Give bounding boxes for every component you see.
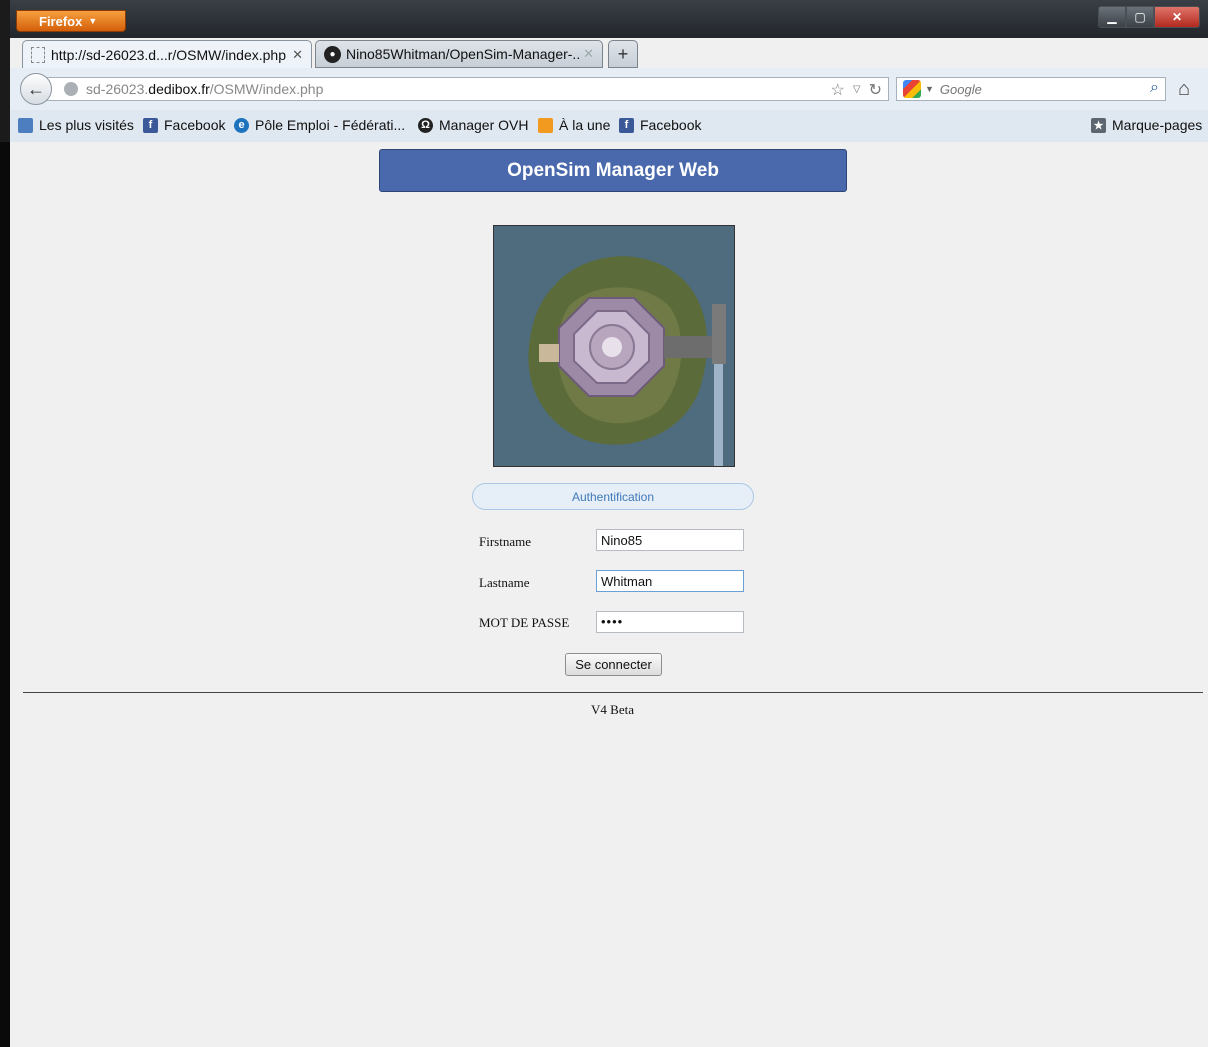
firefox-menu-label: Firefox (39, 13, 83, 29)
password-input[interactable]: •••• (596, 611, 744, 633)
bookmarks-star-icon: ★ (1091, 117, 1106, 133)
bookmark-label: Facebook (164, 117, 226, 133)
divider (23, 692, 1203, 693)
close-tab-icon[interactable]: ✕ (583, 46, 594, 62)
back-button[interactable]: ← (20, 73, 52, 105)
url-path: /OSMW/index.php (209, 81, 324, 97)
chevron-down-icon: ▼ (88, 16, 98, 26)
password-label: MOT DE PASSE (479, 615, 570, 630)
bookmark-most-visited[interactable]: Les plus visités (18, 117, 134, 133)
firstname-input[interactable] (596, 529, 744, 551)
bookmark-label: Pôle Emploi - Fédérati... (255, 117, 406, 133)
bookmark-facebook-2[interactable]: f Facebook (619, 117, 701, 133)
island-map-icon (494, 226, 734, 466)
chevron-down-icon[interactable]: ▼ (925, 84, 934, 94)
url-bar[interactable]: sd-26023. dedibox.fr/OSMW/index.php ☆ ▽ ↻ (44, 77, 889, 101)
search-icon[interactable]: ⌕ (1150, 79, 1159, 97)
search-placeholder: Google (939, 81, 982, 97)
title-bar: Firefox ▼ ▁ ▢ ✕ (10, 0, 1208, 38)
window-controls: ▁ ▢ ✕ (1098, 6, 1200, 28)
bookmark-facebook[interactable]: f Facebook (143, 117, 225, 133)
home-icon[interactable]: ⌂ (1178, 78, 1190, 101)
close-window-button[interactable]: ✕ (1154, 6, 1200, 28)
tab-github[interactable]: ● Nino85Whitman/OpenSim-Manager-... ✕ (315, 40, 603, 68)
bookmark-manager-ovh[interactable]: Ω Manager OVH (418, 117, 528, 133)
tab-osmw[interactable]: http://sd-26023.d...r/OSMW/index.php ✕ (22, 40, 312, 68)
back-arrow-icon: ← (27, 78, 45, 99)
lastname-input[interactable] (596, 570, 744, 592)
close-tab-icon[interactable]: ✕ (292, 47, 303, 63)
bookmark-label: Manager OVH (439, 117, 529, 133)
browser-window: Firefox ▼ ▁ ▢ ✕ http://sd-26023.d...r/OS… (10, 0, 1208, 1047)
search-bar[interactable]: ▼ Google ⌕ (896, 77, 1166, 101)
region-map-image (493, 225, 735, 467)
authentication-heading: Authentification (472, 483, 754, 510)
version-label: V4 Beta (591, 702, 634, 717)
bookmark-label: À la une (559, 117, 611, 133)
bookmark-label: Facebook (640, 117, 702, 133)
minimize-button[interactable]: ▁ (1098, 6, 1126, 28)
firstname-label: Firstname (479, 534, 531, 549)
navigation-bar: sd-26023. dedibox.fr/OSMW/index.php ☆ ▽ ↻… (10, 68, 1208, 111)
lastname-label: Lastname (479, 575, 530, 590)
rss-icon (538, 117, 553, 133)
globe-icon (64, 82, 78, 96)
blank-page-icon (31, 46, 45, 63)
new-tab-button[interactable]: + (608, 40, 638, 68)
bookmarks-menu[interactable]: ★ Marque-pages (1091, 117, 1202, 133)
maximize-button[interactable]: ▢ (1126, 6, 1154, 28)
bookmarks-toolbar: Les plus visités f Facebook e Pôle Emplo… (10, 110, 1208, 143)
page-content: OpenSim Manager Web Authentification Fir… (10, 142, 1208, 1047)
url-domain: dedibox.fr (148, 81, 210, 97)
page-title: OpenSim Manager Web (379, 149, 847, 192)
bookmark-a-la-une[interactable]: À la une (538, 117, 610, 133)
tab-label: Nino85Whitman/OpenSim-Manager-... (346, 46, 580, 62)
tab-label: http://sd-26023.d...r/OSMW/index.php (51, 46, 287, 63)
ovh-icon: Ω (418, 117, 433, 133)
bookmarks-menu-label: Marque-pages (1112, 117, 1203, 133)
url-actions: ☆ ▽ ↻ (831, 80, 882, 100)
firefox-menu-button[interactable]: Firefox ▼ (16, 10, 126, 32)
google-icon (903, 80, 921, 98)
facebook-icon: f (143, 117, 158, 133)
github-icon: ● (324, 45, 341, 63)
most-visited-icon (18, 117, 33, 133)
history-dropdown-icon[interactable]: ▽ (853, 80, 861, 100)
ie-icon: e (234, 117, 249, 133)
se-connecter-button[interactable]: Se connecter (565, 653, 662, 676)
url-prefix: sd-26023. (86, 81, 149, 97)
facebook-icon: f (619, 117, 634, 133)
bookmark-label: Les plus visités (39, 117, 134, 133)
desktop-edge (0, 142, 10, 1047)
star-icon[interactable]: ☆ (831, 80, 845, 100)
bookmark-pole-emploi[interactable]: e Pôle Emploi - Fédérati... (234, 117, 405, 133)
reload-icon[interactable]: ↻ (869, 80, 882, 100)
